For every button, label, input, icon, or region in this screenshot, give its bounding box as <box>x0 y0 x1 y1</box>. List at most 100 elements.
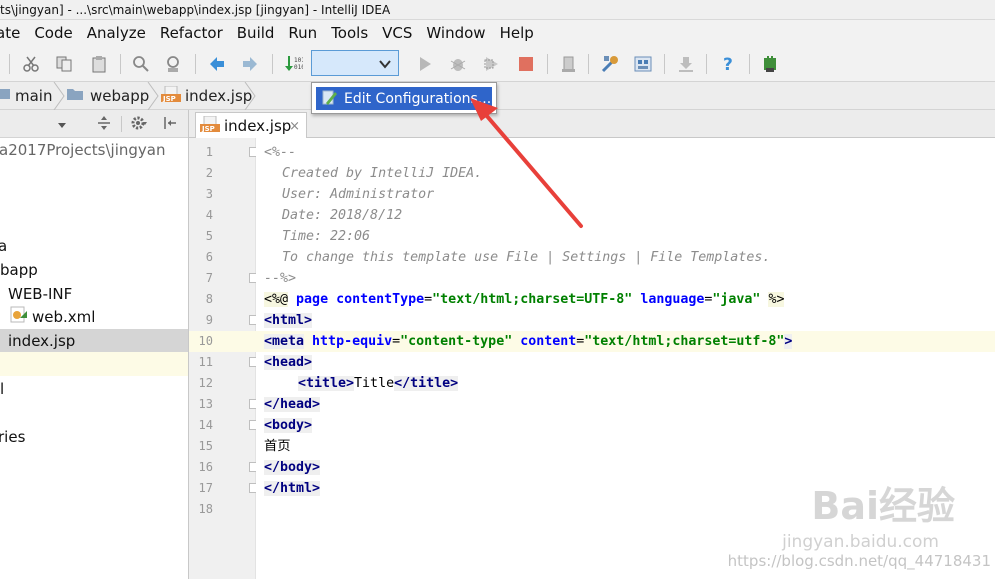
watermark-logo: Bai经验 <box>811 484 955 528</box>
line-number: 11 <box>198 355 213 369</box>
back-icon[interactable] <box>205 52 229 76</box>
breadcrumb-item-webapp[interactable]: webapp <box>66 82 149 110</box>
line-number: 5 <box>205 229 213 243</box>
code-line: <meta http-equiv="content-type" content=… <box>264 334 793 349</box>
chevron-down-icon <box>378 56 392 75</box>
menu-window[interactable]: Window <box>426 24 485 42</box>
menu-help[interactable]: Help <box>500 24 534 42</box>
breadcrumb-label: main <box>15 87 53 105</box>
plugin-icon[interactable] <box>758 52 782 76</box>
run-icon[interactable] <box>413 52 437 76</box>
edit-configurations-icon <box>322 89 338 109</box>
breadcrumb-item-index-jsp[interactable]: JSP index.jsp <box>161 82 252 110</box>
tab-index-jsp[interactable]: JSP index.jsp × <box>195 112 307 138</box>
toolbar-separator <box>749 54 750 74</box>
code-line: </head> <box>264 397 321 412</box>
coverage-icon[interactable] <box>480 52 504 76</box>
toolbar-separator <box>664 54 665 74</box>
editor-tabs: JSP index.jsp × <box>189 110 995 138</box>
toolbar-separator <box>588 54 589 74</box>
menu-bar: ate Code Analyze Refactor Build Run Tool… <box>0 20 995 46</box>
main-toolbar: 101010 <box>0 46 995 82</box>
code-line: <%-- <box>264 145 297 160</box>
tree-item[interactable]: a <box>0 234 188 258</box>
code-line: <title>Title</title> <box>298 376 459 391</box>
line-number: 16 <box>198 460 213 474</box>
paste-icon[interactable] <box>87 52 111 76</box>
make-icon[interactable]: 101010 <box>281 52 305 76</box>
code-line: <%@ page contentType="text/html;charset=… <box>264 292 785 307</box>
run-config-dropdown: Edit Configurations... <box>311 82 497 114</box>
help-icon[interactable]: ? <box>716 52 740 76</box>
breadcrumb-label: webapp <box>90 87 150 105</box>
watermark-sub: jingyan.baidu.com <box>782 532 939 552</box>
gear-icon[interactable] <box>130 115 148 135</box>
breadcrumb-separator-icon <box>244 82 256 110</box>
folder-icon <box>0 87 12 105</box>
line-number: 9 <box>205 313 213 327</box>
code-line: Created by IntelliJ IDEA. <box>282 166 483 181</box>
menu-refactor[interactable]: Refactor <box>160 24 223 42</box>
svg-text:JSP: JSP <box>201 125 215 132</box>
line-number: 14 <box>198 418 213 432</box>
settings-icon[interactable] <box>598 52 622 76</box>
close-icon[interactable]: × <box>289 119 300 134</box>
menu-code[interactable]: Code <box>34 24 72 42</box>
toolbar-separator <box>272 54 273 74</box>
tree-item[interactable]: ries <box>0 425 188 449</box>
line-number: 1 <box>205 145 213 159</box>
collapse-all-icon[interactable] <box>96 115 112 135</box>
chevron-down-icon[interactable] <box>56 116 68 135</box>
menu-analyze[interactable]: Analyze <box>87 24 146 42</box>
tree-item[interactable]: l <box>0 377 188 401</box>
breadcrumb: main webapp JSP index.jsp <box>0 82 995 110</box>
line-number: 4 <box>205 208 213 222</box>
code-line: <html> <box>264 313 313 328</box>
svg-text:010: 010 <box>294 64 303 71</box>
cut-icon[interactable] <box>19 52 43 76</box>
window-title: ts\jingyan] - ...\src\main\webapp\index.… <box>0 0 995 20</box>
breadcrumb-separator-icon <box>53 82 65 110</box>
code-line: To change this template use File | Setti… <box>282 250 771 265</box>
svg-text:JSP: JSP <box>162 95 176 102</box>
line-number: 10 <box>198 334 213 348</box>
toolbar-separator <box>9 54 10 74</box>
breadcrumb-item-main[interactable]: main <box>0 82 52 110</box>
svg-text:101: 101 <box>294 57 303 64</box>
tree-row-current <box>0 352 188 376</box>
project-structure-icon[interactable] <box>631 52 655 76</box>
debug-icon[interactable] <box>446 52 470 76</box>
menu-navigate[interactable]: ate <box>0 24 20 42</box>
tree-root[interactable]: a2017Projects\jingyan <box>0 138 188 162</box>
replace-icon[interactable] <box>162 52 186 76</box>
line-number: 15 <box>198 439 213 453</box>
project-tree: a2017Projects\jingyan a bapp WEB-INF web… <box>0 138 188 579</box>
toolbar-separator <box>547 54 548 74</box>
line-number: 17 <box>198 481 213 495</box>
sdk-icon[interactable] <box>674 52 698 76</box>
tree-item[interactable]: bapp <box>0 258 188 282</box>
menu-vcs[interactable]: VCS <box>382 24 412 42</box>
code-line: 首页 <box>264 439 291 454</box>
run-configuration-select[interactable] <box>311 50 399 76</box>
vcs-icon[interactable] <box>557 52 581 76</box>
project-panel-header <box>0 110 188 138</box>
copy-icon[interactable] <box>52 52 76 76</box>
tree-item[interactable]: index.jsp <box>0 329 188 353</box>
tree-item[interactable]: WEB-INF <box>0 282 188 306</box>
line-number: 18 <box>198 502 213 516</box>
hide-panel-icon[interactable] <box>162 115 178 135</box>
toolbar-separator <box>120 54 121 74</box>
menu-build[interactable]: Build <box>237 24 275 42</box>
jsp-file-icon: JSP <box>200 115 220 136</box>
forward-icon[interactable] <box>238 52 262 76</box>
stop-icon[interactable] <box>514 52 538 76</box>
edit-configurations-menu-item[interactable]: Edit Configurations... <box>316 87 492 110</box>
line-number: 7 <box>205 271 213 285</box>
menu-run[interactable]: Run <box>288 24 317 42</box>
find-icon[interactable] <box>129 52 153 76</box>
tree-item[interactable]: web.xml <box>0 305 188 329</box>
code-line: Date: 2018/8/12 <box>282 208 403 223</box>
menu-tools[interactable]: Tools <box>331 24 368 42</box>
tree-root-path: a2017Projects\jingyan <box>0 141 166 159</box>
